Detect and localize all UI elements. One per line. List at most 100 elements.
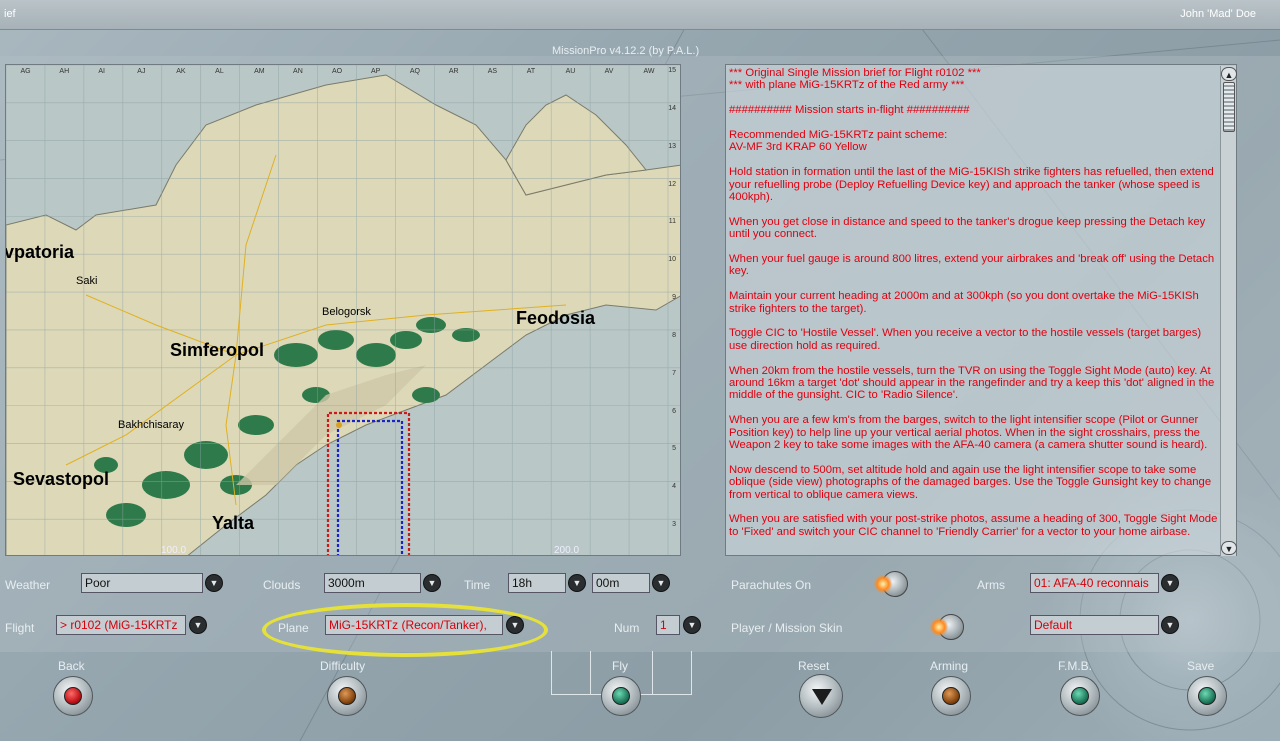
time-minute-select[interactable]: 00m (592, 573, 650, 593)
brief-paragraph: Now descend to 500m, set altitude hold a… (729, 463, 1212, 501)
clouds-dropdown-icon[interactable]: ▼ (423, 574, 441, 592)
scroll-thumb[interactable] (1223, 82, 1235, 132)
difficulty-button[interactable] (327, 676, 367, 716)
brief-paragraph: When 20km from the hostile vessels, turn… (729, 364, 1215, 402)
weather-label: Weather (5, 578, 51, 592)
skin-dropdown-icon[interactable]: ▼ (1161, 616, 1179, 634)
map-column-label: AI (98, 68, 105, 75)
difficulty-label: Difficulty (320, 659, 366, 673)
city-belogorsk: Belogorsk (322, 306, 371, 318)
fmb-label: F.M.B. (1058, 659, 1093, 673)
skin-label: Player / Mission Skin (731, 621, 843, 635)
map-row-label: 3 (672, 521, 676, 529)
title-bar: ief John 'Mad' Doe (0, 0, 1280, 30)
toggle-light-icon (930, 618, 948, 636)
brief-paragraph: Maintain your current heading at 2000m a… (729, 290, 1199, 315)
city-saki: Saki (76, 275, 98, 287)
city-evpatoria: vpatoria (5, 242, 75, 262)
back-label: Back (58, 659, 85, 673)
map-column-label: AR (448, 68, 459, 75)
map-row-label: 15 (668, 67, 676, 74)
city-bakhchisaray: Bakhchisaray (118, 419, 185, 431)
user-name: John 'Mad' Doe (1180, 8, 1256, 20)
num-select[interactable]: 1 (656, 615, 680, 635)
map-row-label: 11 (668, 218, 676, 226)
arms-dropdown-icon[interactable]: ▼ (1161, 574, 1179, 592)
map-column-label: AJ (137, 68, 146, 75)
city-simferopol: Simferopol (170, 340, 265, 360)
scroll-down-icon[interactable]: ▼ (1221, 541, 1237, 555)
back-button[interactable] (53, 676, 93, 716)
fly-label: Fly (612, 659, 628, 673)
skin-toggle[interactable] (930, 614, 964, 640)
brief-paragraph: When you are a few km's from the barges,… (729, 414, 1208, 452)
flight-label: Flight (5, 621, 35, 635)
reset-label: Reset (798, 659, 830, 673)
map-row-label: 4 (672, 483, 676, 491)
brief-paragraph: When your fuel gauge is around 800 litre… (729, 253, 1215, 278)
save-label: Save (1187, 659, 1215, 673)
flight-dropdown-icon[interactable]: ▼ (189, 616, 207, 634)
map-column-label: AT (526, 68, 536, 75)
brief-scrollbar[interactable]: ▲ ▼ (1220, 66, 1237, 556)
map-row-label: 12 (668, 180, 676, 188)
map-row-label: 8 (672, 331, 676, 339)
skin-select[interactable]: Default (1030, 615, 1159, 635)
map-row-label: 7 (672, 369, 676, 377)
map-row-label: 10 (668, 256, 676, 264)
map-row-label: 5 (672, 445, 676, 453)
plane-highlight-annotation (262, 603, 548, 657)
brief-paragraph: ########## Mission starts in-flight ####… (729, 104, 970, 117)
map-column-label: AS (487, 68, 498, 75)
city-yalta: Yalta (212, 513, 255, 533)
brief-paragraph: Hold station in formation until the last… (729, 166, 1214, 204)
map-column-label: AP (370, 68, 381, 75)
flight-select[interactable]: > r0102 (MiG-15KRTz (56, 615, 186, 635)
weather-select[interactable]: Poor (81, 573, 203, 593)
fly-button[interactable] (601, 676, 641, 716)
window-title: ief (4, 8, 16, 20)
time-minute-dropdown-icon[interactable]: ▼ (652, 574, 670, 592)
time-hour-dropdown-icon[interactable]: ▼ (568, 574, 586, 592)
fmb-button[interactable] (1060, 676, 1100, 716)
time-label: Time (464, 578, 491, 592)
num-label: Num (614, 621, 640, 635)
map-column-label: AU (565, 68, 576, 75)
map-column-label: AN (293, 68, 303, 75)
time-hour-select[interactable]: 18h (508, 573, 566, 593)
clouds-select[interactable]: 3000m (324, 573, 421, 593)
num-dropdown-icon[interactable]: ▼ (683, 616, 701, 634)
map-row-label: 9 (672, 294, 676, 302)
save-button[interactable] (1187, 676, 1227, 716)
map-column-label: AK (176, 68, 186, 75)
map-row-label: 13 (668, 142, 676, 150)
reset-triangle-icon (812, 689, 832, 705)
city-feodosia: Feodosia (516, 308, 596, 328)
brief-paragraph: *** Original Single Mission brief for Fl… (729, 67, 981, 92)
brief-paragraph: Recommended MiG-15KRTz paint scheme: AV-… (729, 129, 948, 154)
mission-brief-panel[interactable]: *** Original Single Mission brief for Fl… (725, 64, 1237, 556)
map-column-label: AH (59, 68, 70, 75)
map-row-label: 6 (672, 407, 676, 415)
brief-paragraph: When you get close in distance and speed… (729, 215, 1206, 241)
reset-button[interactable] (799, 674, 843, 718)
map-column-label: AW (643, 68, 655, 75)
map-column-label: AG (20, 68, 31, 75)
parachutes-label: Parachutes On (731, 578, 812, 592)
city-sevastopol: Sevastopol (13, 469, 110, 489)
scroll-up-icon[interactable]: ▲ (1221, 67, 1237, 81)
weather-dropdown-icon[interactable]: ▼ (205, 574, 223, 592)
arms-select[interactable]: 01: AFA-40 reconnais (1030, 573, 1159, 593)
arming-label: Arming (930, 659, 969, 673)
scale-label-left: 100.0 (161, 545, 187, 556)
parachutes-toggle[interactable] (874, 571, 908, 597)
map-column-label: AO (332, 68, 343, 75)
map-column-label: AQ (409, 68, 420, 75)
map-row-label: 14 (668, 104, 676, 112)
map-column-label: AM (254, 68, 265, 75)
clouds-label: Clouds (263, 578, 301, 592)
map-column-label: AL (215, 68, 224, 75)
map-column-label: AV (604, 68, 614, 75)
mission-map[interactable]: AG AH AI AJ AK AL AM AN AO AP AQ AR AS AT AU AV AW 15 14 1… (5, 64, 681, 556)
arming-button[interactable] (931, 676, 971, 716)
